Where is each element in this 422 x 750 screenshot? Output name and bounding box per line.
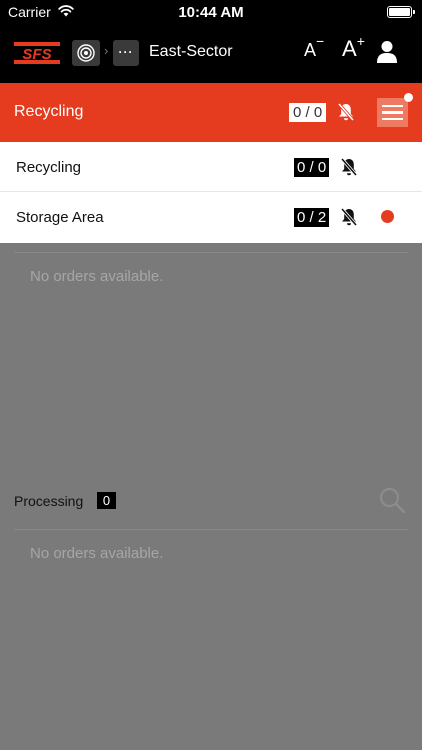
menu-button[interactable] bbox=[377, 98, 408, 127]
station-option-label: Recycling bbox=[16, 159, 82, 176]
font-smaller-label: A bbox=[304, 40, 317, 60]
font-larger-mod: + bbox=[356, 33, 365, 49]
station-title: Recycling bbox=[14, 103, 84, 120]
menu-icon-bar bbox=[382, 104, 403, 108]
chevron-right-icon: › bbox=[104, 43, 109, 58]
target-icon bbox=[77, 44, 95, 62]
font-smaller-mod: − bbox=[316, 33, 325, 49]
processing-count-badge: 0 bbox=[97, 492, 116, 509]
station-header: Recycling 0 / 0 bbox=[0, 83, 422, 142]
decrease-font-button[interactable]: A− bbox=[304, 33, 324, 61]
station-option-storage-area[interactable]: Storage Area 0 / 2 bbox=[0, 192, 422, 243]
divider bbox=[14, 252, 408, 253]
bell-off-icon[interactable] bbox=[340, 157, 358, 177]
app-bar: SFS › ··· East-Sector A− A+ bbox=[0, 26, 422, 83]
sfs-logo[interactable]: SFS bbox=[14, 42, 60, 64]
bell-off-icon[interactable] bbox=[340, 207, 358, 227]
no-orders-text: No orders available. bbox=[30, 545, 164, 562]
search-icon[interactable] bbox=[378, 486, 406, 514]
font-larger-label: A bbox=[342, 36, 357, 61]
divider bbox=[14, 529, 408, 530]
station-option-counter: 0 / 0 bbox=[294, 158, 330, 177]
processing-label: Processing bbox=[14, 493, 84, 509]
station-option-label: Storage Area bbox=[16, 209, 104, 226]
menu-icon-bar bbox=[382, 111, 403, 114]
sector-title: East-Sector bbox=[149, 43, 233, 60]
alert-dot bbox=[381, 210, 394, 223]
bell-off-icon[interactable] bbox=[337, 102, 355, 122]
increase-font-button[interactable]: A+ bbox=[342, 33, 365, 62]
station-option-counter: 0 / 2 bbox=[294, 208, 330, 227]
no-orders-text: No orders available. bbox=[30, 268, 164, 285]
battery-icon bbox=[387, 6, 415, 18]
station-counter: 0 / 0 bbox=[289, 103, 327, 122]
clock: 10:44 AM bbox=[178, 4, 244, 21]
user-icon[interactable] bbox=[377, 40, 397, 64]
station-dropdown: Recycling 0 / 0 Storage Area 0 / 2 bbox=[0, 142, 422, 243]
svg-text:SFS: SFS bbox=[22, 46, 51, 63]
menu-icon-bar bbox=[382, 117, 403, 121]
notification-dot bbox=[404, 93, 413, 102]
more-button[interactable]: ··· bbox=[113, 40, 139, 66]
target-button[interactable] bbox=[72, 40, 100, 66]
station-option-recycling[interactable]: Recycling 0 / 0 bbox=[0, 142, 422, 192]
status-bar: Carrier 10:44 AM bbox=[0, 0, 422, 26]
